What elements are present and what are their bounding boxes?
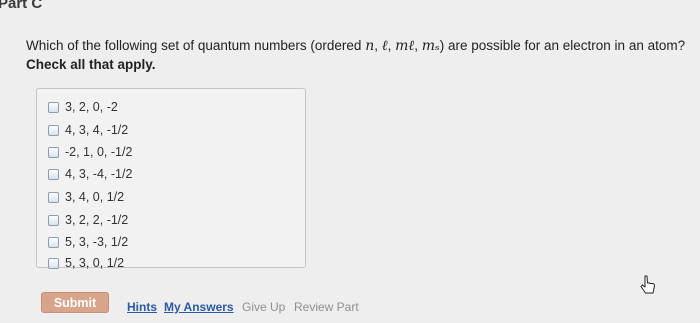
option-item[interactable]: 5, 3, -3, 1/2 — [48, 233, 128, 251]
option-item[interactable]: 3, 2, 2, -1/2 — [48, 211, 128, 229]
quantum-number-ms: mₛ — [421, 38, 440, 54]
option-label: 4, 3, 4, -1/2 — [65, 123, 129, 137]
option-item[interactable]: 3, 4, 0, 1/2 — [48, 188, 124, 206]
checkbox[interactable] — [48, 191, 59, 203]
hints-link[interactable]: Hints — [127, 300, 157, 314]
submit-button[interactable]: Submit — [41, 292, 109, 313]
option-item[interactable]: 4, 3, -4, -1/2 — [48, 165, 132, 183]
option-item[interactable]: -2, 1, 0, -1/2 — [48, 143, 132, 161]
checkbox[interactable] — [48, 214, 59, 226]
question-separator: , — [414, 38, 422, 53]
mouse-pointer-icon — [640, 275, 655, 294]
option-label: 5, 3, 0, 1/2 — [65, 256, 125, 270]
give-up-link[interactable]: Give Up — [242, 300, 285, 314]
checkbox[interactable] — [48, 168, 59, 180]
option-label: 5, 3, -3, 1/2 — [65, 235, 129, 249]
question-separator: , — [387, 38, 396, 53]
option-label: -2, 1, 0, -1/2 — [65, 145, 133, 159]
checkbox[interactable] — [48, 146, 59, 158]
option-item[interactable]: 3, 2, 0, -2 — [48, 98, 118, 116]
question-separator: , — [374, 38, 382, 53]
option-label: 4, 3, -4, -1/2 — [65, 167, 133, 181]
option-label: 3, 2, 0, -2 — [65, 100, 118, 114]
review-part-link[interactable]: Review Part — [294, 300, 359, 314]
my-answers-link[interactable]: My Answers — [164, 300, 234, 314]
part-title: Part C — [0, 0, 43, 12]
checkbox[interactable] — [48, 257, 59, 269]
quantum-number-n: n — [365, 38, 375, 54]
checkbox[interactable] — [48, 236, 59, 248]
question-suffix: ) are possible for an electron in an ato… — [439, 38, 686, 53]
question-text: Which of the following set of quantum nu… — [26, 38, 685, 55]
checkbox[interactable] — [48, 101, 59, 113]
option-label: 3, 2, 2, -1/2 — [65, 213, 129, 227]
checkbox[interactable] — [48, 124, 59, 136]
question-prefix: Which of the following set of quantum nu… — [26, 38, 366, 53]
option-label: 3, 4, 0, 1/2 — [65, 190, 125, 204]
answer-options-box: 3, 2, 0, -2 4, 3, 4, -1/2 -2, 1, 0, -1/2… — [36, 88, 306, 270]
quantum-number-ml: mℓ — [395, 38, 415, 54]
option-item[interactable]: 4, 3, 4, -1/2 — [48, 121, 128, 139]
instruction-text: Check all that apply. — [26, 57, 156, 72]
option-item[interactable]: 5, 3, 0, 1/2 — [48, 254, 124, 272]
